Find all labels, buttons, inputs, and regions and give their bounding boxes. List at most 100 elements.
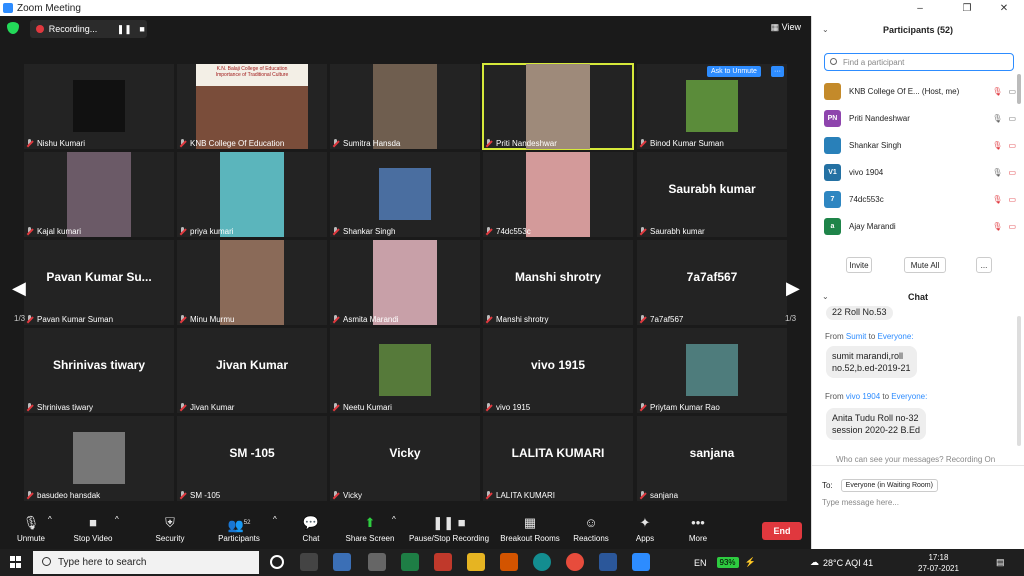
participant-tile[interactable]: SM -105 SM -105 <box>177 416 327 501</box>
tile-more-button[interactable]: ··· <box>771 66 784 77</box>
participant-search-input[interactable]: Find a participant <box>824 53 1014 71</box>
participant-tile[interactable]: Jivan Kumar Jivan Kumar <box>177 328 327 413</box>
muted-mic-icon[interactable]: 🎙 <box>992 87 1002 96</box>
office-icon[interactable] <box>500 553 518 571</box>
end-meeting-button[interactable]: End <box>762 522 802 540</box>
participant-tile[interactable]: Priti Nandeshwar <box>482 63 634 150</box>
video-camera-icon[interactable]: ▭ <box>1008 87 1016 96</box>
more-button[interactable]: ••• More <box>686 515 710 543</box>
breakout-rooms-button[interactable]: ▦ Breakout Rooms <box>499 515 561 543</box>
pause-recording-icon[interactable]: ❚❚ <box>117 24 132 34</box>
recipient-select[interactable]: Everyone (in Waiting Room) <box>840 479 938 492</box>
participant-row[interactable]: V1 vivo 1904 🎙 ▭ <box>824 159 1016 186</box>
participant-tile[interactable]: Shrinivas tiwary Shrinivas tiwary <box>24 328 174 413</box>
notification-icon[interactable]: ▤ <box>996 549 1005 576</box>
muted-mic-icon[interactable]: 🎙 <box>992 195 1002 204</box>
participant-row[interactable]: Shankar Singh 🎙 ▭ <box>824 132 1016 159</box>
participant-tile[interactable]: Nishu Kumari <box>24 64 174 149</box>
participant-video-thumbnail <box>220 152 284 237</box>
mute-all-button[interactable]: Mute All <box>904 257 946 273</box>
share-screen-button[interactable]: ⬆ Share Screen <box>345 515 395 543</box>
participant-tile[interactable]: LALITA KUMARI LALITA KUMARI <box>483 416 633 501</box>
participants-button[interactable]: 👥52 Participants <box>216 515 262 543</box>
participant-tile[interactable]: K.N. Balaji College of Education Importan… <box>177 64 327 149</box>
participant-row[interactable]: a Ajay Marandi 🎙 ▭ <box>824 213 1016 240</box>
video-off-icon[interactable]: ▭ <box>1008 195 1016 204</box>
participant-row[interactable]: PN Priti Nandeshwar 🎙 ▭ <box>824 105 1016 132</box>
participant-tile[interactable]: sanjana sanjana <box>637 416 787 501</box>
video-off-icon[interactable]: ▭ <box>1008 168 1016 177</box>
participant-tile[interactable]: basudeo hansdak <box>24 416 174 501</box>
security-button[interactable]: ⛨ Security <box>152 515 188 543</box>
mic-icon[interactable]: 🎙 <box>992 114 1002 123</box>
windows-start-icon[interactable] <box>10 556 22 568</box>
mic-icon[interactable]: 🎙 <box>992 168 1002 177</box>
word-icon[interactable] <box>599 553 617 571</box>
video-off-icon[interactable]: ▭ <box>1008 141 1016 150</box>
chat-message-input[interactable]: Type message here... <box>822 498 899 507</box>
chrome-icon[interactable] <box>566 553 584 571</box>
task-view-icon[interactable] <box>300 553 318 571</box>
pause-stop-recording-button[interactable]: ❚❚ ■ Pause/Stop Recording <box>407 515 491 543</box>
minimize-button[interactable]: – <box>900 0 940 16</box>
who-can-see-link[interactable]: Who can see your messages? Recording On <box>836 455 995 464</box>
security-shield-icon[interactable] <box>7 22 19 34</box>
view-button[interactable]: ▦ View <box>771 22 801 33</box>
participant-tile[interactable]: Kajal kumari <box>24 152 174 237</box>
unmute-button[interactable]: 🎙 Unmute <box>14 515 48 543</box>
zoom-taskbar-icon[interactable] <box>632 553 650 571</box>
edge-icon[interactable] <box>533 553 551 571</box>
participant-tile[interactable]: Asmita Marandi <box>330 240 480 325</box>
excel-icon[interactable] <box>401 553 419 571</box>
store-icon[interactable] <box>368 553 386 571</box>
video-options-caret[interactable]: ^ <box>115 515 119 524</box>
audio-options-caret[interactable]: ^ <box>48 515 52 524</box>
muted-mic-icon[interactable]: 🎙 <box>992 222 1002 231</box>
weather-widget[interactable]: ☁ 28°C AQI 41 <box>810 549 873 576</box>
participant-row[interactable]: KNB College Of E... (Host, me) 🎙 ▭ <box>824 78 1016 105</box>
taskbar-clock[interactable]: 17:18 27-07-2021 <box>918 552 959 574</box>
participant-tile[interactable]: Binod Kumar Suman Ask to Unmute ··· <box>637 64 787 149</box>
participant-row[interactable]: 7 74dc553c 🎙 ▭ <box>824 186 1016 213</box>
participant-tile[interactable]: 7a7af567 7a7af567 <box>637 240 787 325</box>
participant-tile[interactable]: Vicky Vicky <box>330 416 480 501</box>
participant-tile[interactable]: Neetu Kumari <box>330 328 480 413</box>
chat-scrollbar[interactable] <box>1017 316 1021 446</box>
participant-tile[interactable]: vivo 1915 vivo 1915 <box>483 328 633 413</box>
language-indicator[interactable]: EN <box>694 558 707 568</box>
participants-more-button[interactable]: ... <box>976 257 992 273</box>
participant-tile[interactable]: Pavan Kumar Su... Pavan Kumar Suman <box>24 240 174 325</box>
target-name: Everyone: <box>891 392 928 401</box>
taskbar-search-input[interactable]: Type here to search <box>33 551 259 574</box>
next-page-arrow-icon[interactable]: ▶ <box>786 278 800 299</box>
apps-button[interactable]: ✦ Apps <box>634 515 656 543</box>
video-camera-icon[interactable]: ▭ <box>1008 114 1016 123</box>
prev-page-arrow-icon[interactable]: ◀ <box>12 278 26 299</box>
stop-recording-icon[interactable]: ■ <box>137 24 147 34</box>
participant-tile[interactable]: priya kumari <box>177 152 327 237</box>
file-explorer-icon[interactable] <box>467 553 485 571</box>
participants-options-caret[interactable]: ^ <box>273 515 277 524</box>
invite-button[interactable]: Invite <box>846 257 872 273</box>
close-button[interactable]: ✕ <box>984 0 1024 16</box>
participant-tile[interactable]: Saurabh kumar Saurabh kumar <box>637 152 787 237</box>
participant-tile[interactable]: Shankar Singh <box>330 152 480 237</box>
reactions-button[interactable]: ☺ Reactions <box>573 515 609 543</box>
maximize-button[interactable]: ❐ <box>947 0 987 16</box>
video-off-icon[interactable]: ▭ <box>1008 222 1016 231</box>
participant-tile[interactable]: Minu Murmu <box>177 240 327 325</box>
share-options-caret[interactable]: ^ <box>392 515 396 524</box>
app-icon[interactable] <box>333 553 351 571</box>
chat-button[interactable]: 💬 Chat <box>299 515 323 543</box>
participants-scrollbar[interactable] <box>1017 74 1021 104</box>
participant-tile[interactable]: 74dc553c <box>483 152 633 237</box>
participant-tile[interactable]: Manshi shrotry Manshi shrotry <box>483 240 633 325</box>
cortana-icon[interactable] <box>270 555 284 569</box>
participant-tile[interactable]: Priytam Kumar Rao <box>637 328 787 413</box>
participant-tile[interactable]: Sumitra Hansda <box>330 64 480 149</box>
stop-video-button[interactable]: ■ Stop Video <box>70 515 116 543</box>
muted-mic-icon[interactable]: 🎙 <box>992 141 1002 150</box>
powerpoint-icon[interactable] <box>434 553 452 571</box>
ask-to-unmute-button[interactable]: Ask to Unmute <box>707 66 761 77</box>
battery-indicator[interactable]: 93% <box>716 557 739 568</box>
